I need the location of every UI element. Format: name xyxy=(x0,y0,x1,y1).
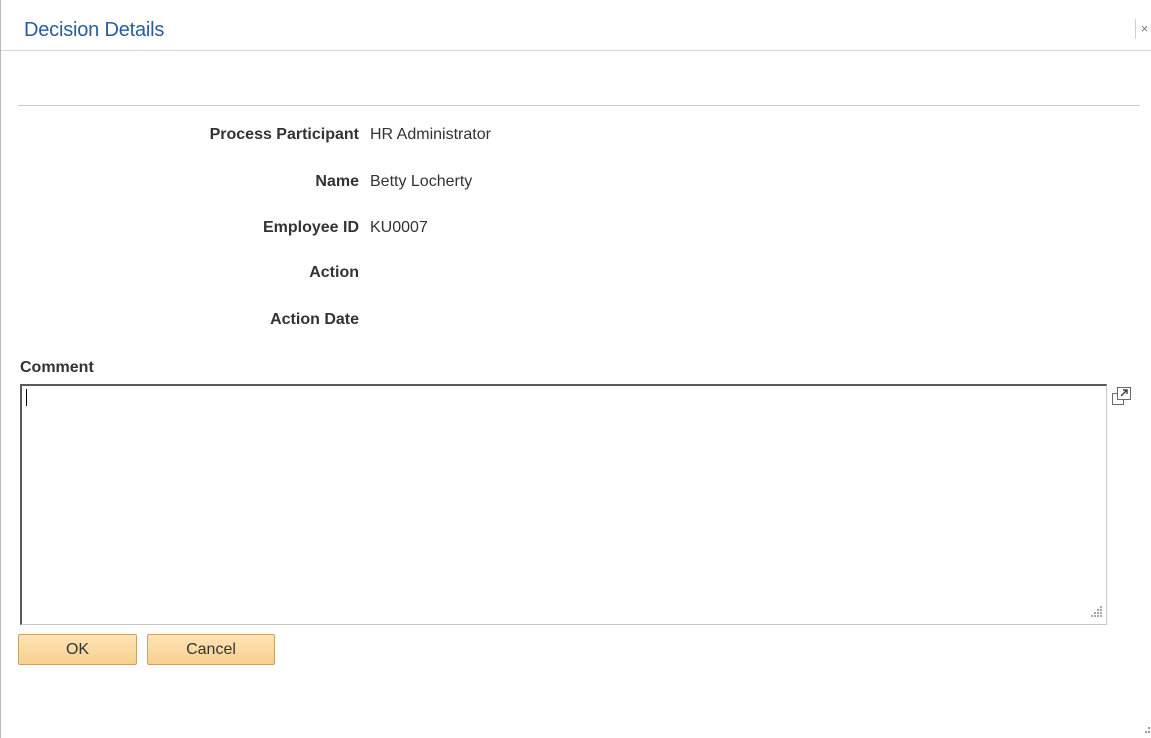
field-row-action: Action xyxy=(1,264,901,286)
comment-label: Comment xyxy=(20,359,94,376)
field-row-action-date: Action Date xyxy=(1,311,901,333)
close-icon[interactable]: × xyxy=(1135,19,1151,39)
name-value: Betty Locherty xyxy=(370,173,473,190)
employee-id-value: KU0007 xyxy=(370,219,428,236)
resize-grip-icon[interactable] xyxy=(1089,604,1103,618)
expand-text-icon[interactable] xyxy=(1111,386,1133,406)
action-date-label: Action Date xyxy=(270,311,359,328)
text-caret xyxy=(26,389,27,406)
dialog-resize-icon[interactable] xyxy=(1141,726,1151,736)
comment-textarea[interactable] xyxy=(20,384,1107,625)
process-participant-value: HR Administrator xyxy=(370,126,491,143)
field-row-employee-id: Employee ID KU0007 xyxy=(1,219,901,241)
header-separator xyxy=(18,105,1140,106)
dialog-titlebar: Decision Details × xyxy=(1,0,1151,51)
employee-id-label: Employee ID xyxy=(262,219,359,236)
dialog-title: Decision Details xyxy=(24,19,165,41)
field-row-name: Name Betty Locherty xyxy=(1,173,901,195)
field-row-process-participant: Process Participant HR Administrator xyxy=(1,126,901,148)
ok-button[interactable]: OK xyxy=(18,634,137,665)
name-label: Name xyxy=(315,173,359,190)
process-participant-label: Process Participant xyxy=(209,126,359,143)
cancel-button[interactable]: Cancel xyxy=(147,634,275,665)
action-label: Action xyxy=(309,264,359,281)
decision-details-dialog: Decision Details × Process Participant H… xyxy=(0,0,1151,738)
